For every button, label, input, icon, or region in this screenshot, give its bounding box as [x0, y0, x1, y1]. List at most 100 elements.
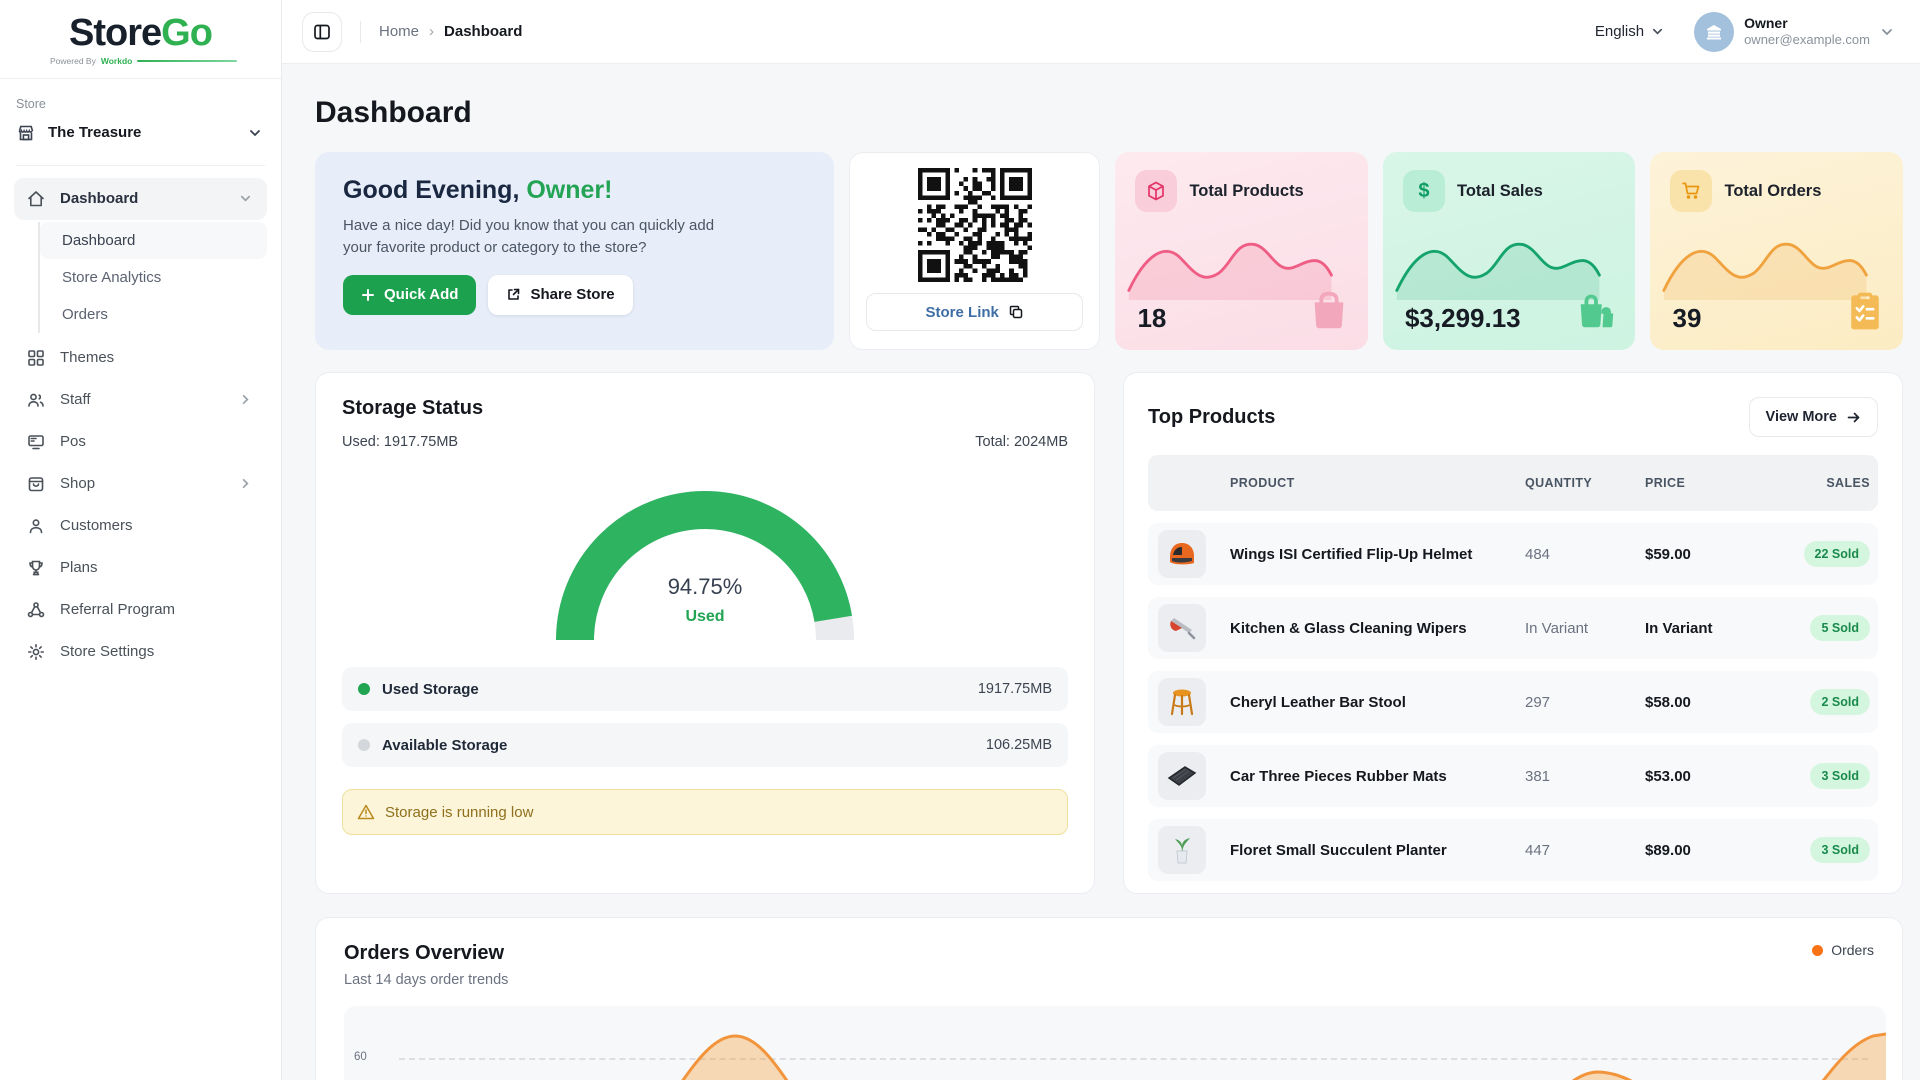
sidebar-item-label: Themes [60, 349, 114, 366]
user-profile-menu[interactable]: Owner owner@example.com [1694, 12, 1894, 52]
table-row[interactable]: Kitchen & Glass Cleaning Wipers In Varia… [1148, 597, 1878, 659]
stat-value: 39 [1672, 303, 1701, 334]
orders-area-chart [344, 1006, 1886, 1080]
sales-badge: 3 Sold [1810, 763, 1870, 789]
storefront-icon [16, 123, 36, 143]
store-selector[interactable]: The Treasure [16, 111, 265, 155]
sidebar-subitem-dashboard[interactable]: Dashboard [40, 222, 267, 259]
sidebar-item-label: Store Settings [60, 643, 154, 660]
powered-by-text: Powered By [50, 56, 96, 66]
product-quantity: In Variant [1525, 620, 1645, 637]
storage-percent: 94.75% [555, 574, 855, 600]
copy-icon [1008, 304, 1024, 320]
sidebar-nav: Dashboard Dashboard Store Analytics Orde… [0, 178, 281, 673]
quick-add-button[interactable]: Quick Add [343, 275, 476, 315]
top-products-card: Top Products View More PRODUCT QUANTITY … [1123, 372, 1903, 894]
stat-label: Total Sales [1457, 182, 1543, 201]
clipboard-check-icon [1843, 289, 1887, 338]
home-icon [26, 189, 46, 209]
total-orders-card: Total Orders 39 [1650, 152, 1903, 350]
content: Dashboard Good Evening, Owner! Have a ni… [282, 64, 1920, 1080]
store-link-button[interactable]: Store Link [866, 293, 1084, 331]
sidebar-subitem-orders[interactable]: Orders [40, 296, 267, 333]
pos-terminal-icon [26, 432, 46, 452]
product-price: $89.00 [1645, 842, 1800, 859]
powered-brand-text: Workdo [101, 56, 132, 66]
table-row[interactable]: Car Three Pieces Rubber Mats 381 $53.00 … [1148, 745, 1878, 807]
store-qr-card: Store Link [849, 152, 1101, 350]
greeting-message: Have a nice day! Did you know that you c… [343, 215, 723, 259]
table-row[interactable]: Floret Small Succulent Planter 447 $89.0… [1148, 819, 1878, 881]
available-storage-label: Available Storage [382, 737, 507, 754]
table-row[interactable]: Wings ISI Certified Flip-Up Helmet 484 $… [1148, 523, 1878, 585]
product-name: Wings ISI Certified Flip-Up Helmet [1230, 546, 1525, 563]
chevron-down-icon [1651, 25, 1664, 38]
share-store-button[interactable]: Share Store [488, 275, 632, 315]
storage-title: Storage Status [342, 397, 1068, 420]
sidebar-dashboard-submenu: Dashboard Store Analytics Orders [38, 222, 267, 333]
brand-logo[interactable]: StoreGo Powered By Workdo [0, 0, 281, 79]
products-table-header: PRODUCT QUANTITY PRICE SALES [1148, 455, 1878, 511]
sidebar-item-label: Pos [60, 433, 86, 450]
orders-legend: Orders [1812, 942, 1874, 958]
sidebar-item-dashboard[interactable]: Dashboard [14, 178, 267, 220]
sidebar-item-customers[interactable]: Customers [14, 505, 267, 547]
legend-label: Orders [1831, 942, 1874, 958]
sidebar-toggle-button[interactable] [302, 12, 342, 52]
green-dot-icon [358, 683, 370, 695]
store-link-label: Store Link [926, 304, 999, 321]
available-storage-value: 106.25MB [986, 737, 1052, 753]
trophy-icon [26, 558, 46, 578]
sidebar-item-shop[interactable]: Shop [14, 463, 267, 505]
package-icon [1135, 170, 1177, 212]
greeting-card: Good Evening, Owner! Have a nice day! Di… [315, 152, 834, 350]
breadcrumb-home-link[interactable]: Home [379, 23, 419, 40]
sales-badge: 2 Sold [1810, 689, 1870, 715]
table-row[interactable]: Cheryl Leather Bar Stool 297 $58.00 2 So… [1148, 671, 1878, 733]
referral-icon [26, 600, 46, 620]
language-selector[interactable]: English [1595, 23, 1664, 40]
sidebar-item-referral-program[interactable]: Referral Program [14, 589, 267, 631]
sidebar-subitem-store-analytics[interactable]: Store Analytics [40, 259, 267, 296]
product-quantity: 381 [1525, 768, 1645, 785]
plus-icon [361, 288, 375, 302]
product-name: Car Three Pieces Rubber Mats [1230, 768, 1525, 785]
sales-badge: 22 Sold [1804, 541, 1870, 567]
column-sales: SALES [1800, 476, 1870, 490]
product-image-mat [1158, 752, 1206, 800]
view-more-button[interactable]: View More [1749, 397, 1878, 437]
product-quantity: 447 [1525, 842, 1645, 859]
sidebar-item-plans[interactable]: Plans [14, 547, 267, 589]
sidebar-item-themes[interactable]: Themes [14, 337, 267, 379]
sidebar-item-pos[interactable]: Pos [14, 421, 267, 463]
orders-overview-card: Orders Overview Last 14 days order trend… [315, 917, 1903, 1080]
topbar: Home › Dashboard English Owner owner@exa… [282, 0, 1920, 64]
product-price: In Variant [1645, 620, 1800, 637]
column-price: PRICE [1645, 476, 1800, 490]
chevron-down-icon [245, 123, 265, 143]
available-storage-row: Available Storage 106.25MB [342, 723, 1068, 767]
chevron-right-icon [235, 474, 255, 494]
store-qr-code [917, 167, 1033, 283]
storage-status-card: Storage Status Used: 1917.75MB Total: 20… [315, 372, 1095, 894]
sales-sparkline [1393, 214, 1603, 300]
avatar [1694, 12, 1734, 52]
divider [16, 165, 265, 166]
view-more-label: View More [1766, 409, 1837, 425]
product-name: Floret Small Succulent Planter [1230, 842, 1525, 859]
brand-name-secondary: Go [161, 12, 212, 54]
sales-badge: 5 Sold [1810, 615, 1870, 641]
user-name: Owner [1744, 15, 1870, 32]
column-quantity: QUANTITY [1525, 476, 1645, 490]
product-name: Cheryl Leather Bar Stool [1230, 694, 1525, 711]
gray-dot-icon [358, 739, 370, 751]
arrow-right-icon [1846, 410, 1861, 425]
dollar-icon: $ [1403, 170, 1445, 212]
language-label: English [1595, 23, 1644, 40]
sidebar-item-staff[interactable]: Staff [14, 379, 267, 421]
stat-label: Total Orders [1724, 182, 1821, 201]
brand-name-primary: Store [69, 12, 161, 54]
sidebar-item-store-settings[interactable]: Store Settings [14, 631, 267, 673]
product-quantity: 484 [1525, 546, 1645, 563]
brand-logo-text: StoreGo [16, 14, 265, 54]
